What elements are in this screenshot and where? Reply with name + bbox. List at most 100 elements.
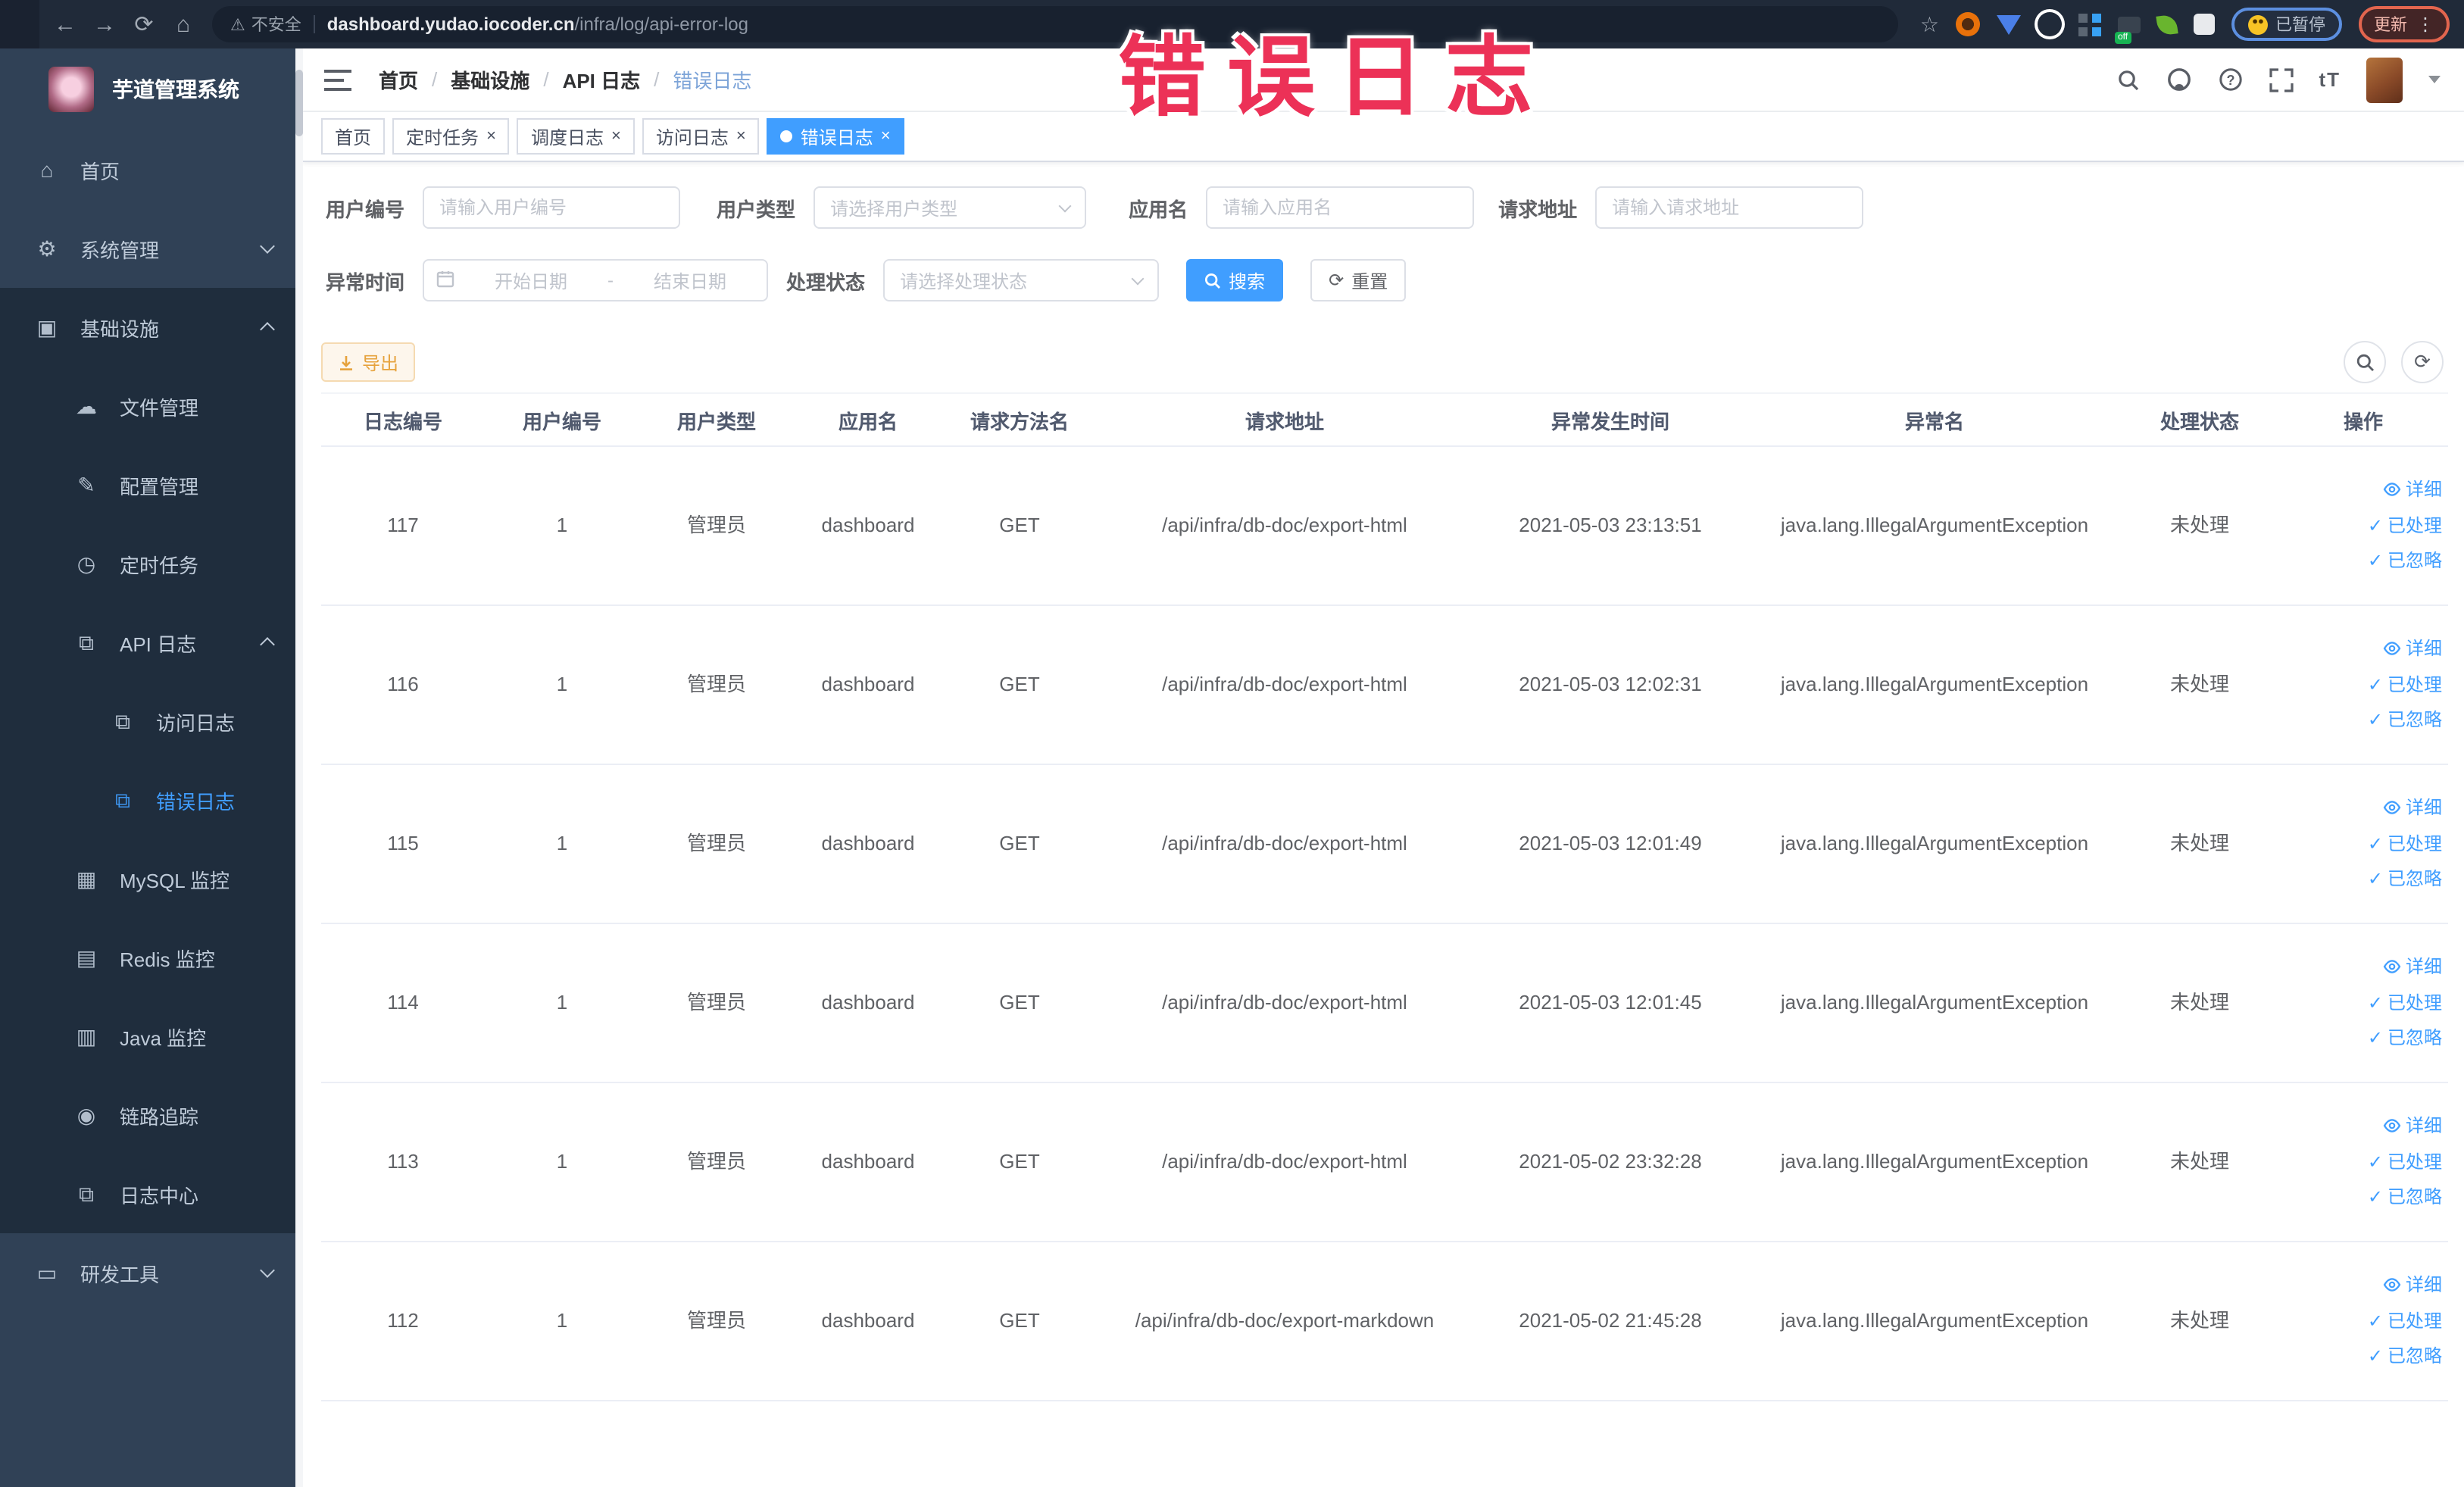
chevron-down-icon[interactable] (2428, 76, 2441, 83)
cell-id: 114 (387, 990, 419, 1014)
detail-link[interactable]: 详细 (2383, 1114, 2442, 1139)
cell-app: dashboard (821, 672, 915, 695)
close-icon[interactable]: × (736, 127, 746, 145)
search-icon[interactable] (2116, 67, 2140, 92)
reset-button[interactable]: ⟳ 重置 (1310, 259, 1407, 301)
request-url-label: 请求地址 (1498, 198, 1578, 220)
refresh-button[interactable]: ⟳ (2401, 341, 2444, 383)
sidebar-item-scheduled-tasks[interactable]: ◷ 定时任务 (0, 524, 303, 603)
detail-link[interactable]: 详细 (2383, 954, 2442, 980)
sidebar-item-api-log[interactable]: ⧉ API 日志 (0, 603, 303, 682)
sidebar-item-label: Java 监控 (120, 1026, 207, 1049)
cell-app: dashboard (821, 1308, 915, 1332)
detail-link[interactable]: 详细 (2383, 636, 2442, 662)
request-url-input[interactable] (1595, 186, 1864, 229)
bookmark-star-icon[interactable]: ☆ (1920, 11, 1939, 37)
sidebar-item-label: 研发工具 (80, 1263, 160, 1286)
back-icon[interactable]: ← (45, 11, 85, 37)
paused-profile-chip[interactable]: 已暂停 (2231, 8, 2342, 41)
clock-icon: ◷ (77, 551, 96, 575)
reload-icon[interactable]: ⟳ (124, 11, 164, 38)
cell-status: 未处理 (2169, 831, 2229, 854)
home-icon[interactable]: ⌂ (164, 11, 203, 37)
sidebar-item-label: 文件管理 (120, 396, 199, 419)
hamburger-icon[interactable] (324, 69, 351, 90)
font-size-icon[interactable]: tT (2319, 68, 2341, 91)
sidebar-item-config-management[interactable]: ✎ 配置管理 (0, 445, 303, 524)
user-id-input[interactable] (423, 186, 681, 229)
ignored-link[interactable]: ✓ 已忽略 (2368, 1345, 2442, 1370)
forward-icon[interactable]: → (85, 11, 124, 37)
sidebar-item-redis-monitor[interactable]: ▤ Redis 监控 (0, 918, 303, 997)
tab-scheduled-tasks[interactable]: 定时任务 × (392, 118, 510, 155)
app-logo[interactable]: 芋道管理系统 (0, 48, 303, 130)
extension-icon-leaf[interactable] (2156, 13, 2178, 36)
browser-update-button[interactable]: 更新 ⋮ (2359, 6, 2450, 42)
breadcrumb-item[interactable]: API 日志 (563, 65, 641, 94)
sidebar-item-error-log[interactable]: ⧉ 错误日志 (0, 761, 303, 839)
sidebar-item-system-management[interactable]: ⚙ 系统管理 (0, 209, 303, 288)
sidebar-item-dev-tools[interactable]: ▭ 研发工具 (0, 1233, 303, 1312)
breadcrumb-item[interactable]: 首页 (379, 65, 418, 94)
extension-icon-onoff[interactable] (2115, 16, 2141, 43)
sidebar-item-mysql-monitor[interactable]: ▦ MySQL 监控 (0, 839, 303, 918)
process-status-select[interactable]: 请选择处理状态 (883, 259, 1160, 301)
ignored-link[interactable]: ✓ 已忽略 (2368, 708, 2442, 734)
ignored-link[interactable]: ✓ 已忽略 (2368, 549, 2442, 575)
github-icon[interactable] (2166, 67, 2191, 92)
sidebar-scrollbar-thumb[interactable] (295, 70, 303, 136)
processed-link[interactable]: ✓ 已处理 (2368, 1149, 2442, 1175)
sidebar-item-java-monitor[interactable]: ▥ Java 监控 (0, 997, 303, 1076)
app-name-input[interactable] (1206, 186, 1475, 229)
browser-menu-icon[interactable]: ⋮ (2416, 14, 2434, 35)
warning-icon: ⚠ (230, 16, 245, 34)
user-type-select[interactable]: 请选择用户类型 (814, 186, 1087, 229)
process-status-label: 处理状态 (786, 270, 866, 293)
sidebar-item-log-center[interactable]: ⧉ 日志中心 (0, 1154, 303, 1233)
sidebar-item-infrastructure[interactable]: ▣ 基础设施 (0, 288, 303, 367)
close-icon[interactable]: × (611, 127, 621, 145)
fullscreen-icon[interactable] (2269, 67, 2294, 92)
extension-icon-green-check[interactable] (2038, 12, 2062, 36)
processed-link[interactable]: ✓ 已处理 (2368, 672, 2442, 698)
sidebar-item-trace[interactable]: ◉ 链路追踪 (0, 1076, 303, 1154)
tools-icon: ▭ (36, 1260, 58, 1284)
cell-user_id: 1 (556, 1308, 568, 1332)
extensions-puzzle-icon[interactable] (2194, 14, 2215, 35)
detail-link[interactable]: 详细 (2383, 477, 2442, 503)
gear-icon: ⚙ (37, 236, 57, 260)
processed-link[interactable]: ✓ 已处理 (2368, 513, 2442, 539)
show-search-button[interactable] (2344, 341, 2386, 383)
breadcrumb-item[interactable]: 基础设施 (451, 65, 529, 94)
processed-link[interactable]: ✓ 已处理 (2368, 831, 2442, 857)
sidebar-item-home[interactable]: ⌂ 首页 (0, 130, 303, 209)
tab-access-log[interactable]: 访问日志 × (642, 118, 760, 155)
sidebar-item-access-log[interactable]: ⧉ 访问日志 (0, 682, 303, 761)
sidebar-scrollbar[interactable] (295, 48, 303, 1487)
extension-icon-grid[interactable] (2078, 13, 2101, 36)
processed-link[interactable]: ✓ 已处理 (2368, 1308, 2442, 1334)
tab-home[interactable]: 首页 (321, 118, 386, 155)
avatar[interactable] (2366, 57, 2403, 102)
close-icon[interactable]: × (881, 127, 891, 145)
ignored-link[interactable]: ✓ 已忽略 (2368, 867, 2442, 893)
sidebar-item-file-management[interactable]: ☁ 文件管理 (0, 367, 303, 445)
date-range-picker[interactable]: 开始日期 - 结束日期 (423, 259, 769, 301)
processed-link[interactable]: ✓ 已处理 (2368, 990, 2442, 1016)
export-button[interactable]: 导出 (321, 342, 416, 382)
ignored-link[interactable]: ✓ 已忽略 (2368, 1186, 2442, 1211)
detail-link[interactable]: 详细 (2383, 795, 2442, 821)
address-bar[interactable]: ⚠ 不安全 dashboard.yudao.iocoder.cn/infra/l… (212, 6, 1899, 42)
detail-link[interactable]: 详细 (2383, 1273, 2442, 1298)
cell-url: /api/infra/db-doc/export-html (1162, 990, 1407, 1014)
tab-error-log[interactable]: 错误日志 × (767, 118, 904, 155)
extension-icon-orange[interactable] (1956, 12, 1980, 36)
search-button[interactable]: 搜索 (1186, 259, 1284, 301)
ignored-link[interactable]: ✓ 已忽略 (2368, 1026, 2442, 1052)
close-icon[interactable]: × (486, 127, 496, 145)
extension-icon-shield[interactable] (1997, 14, 2021, 34)
cell-app: dashboard (821, 513, 915, 536)
help-icon[interactable]: ? (2217, 67, 2243, 92)
tab-schedule-log[interactable]: 调度日志 × (517, 118, 635, 155)
security-chip[interactable]: ⚠ 不安全 (230, 12, 301, 36)
